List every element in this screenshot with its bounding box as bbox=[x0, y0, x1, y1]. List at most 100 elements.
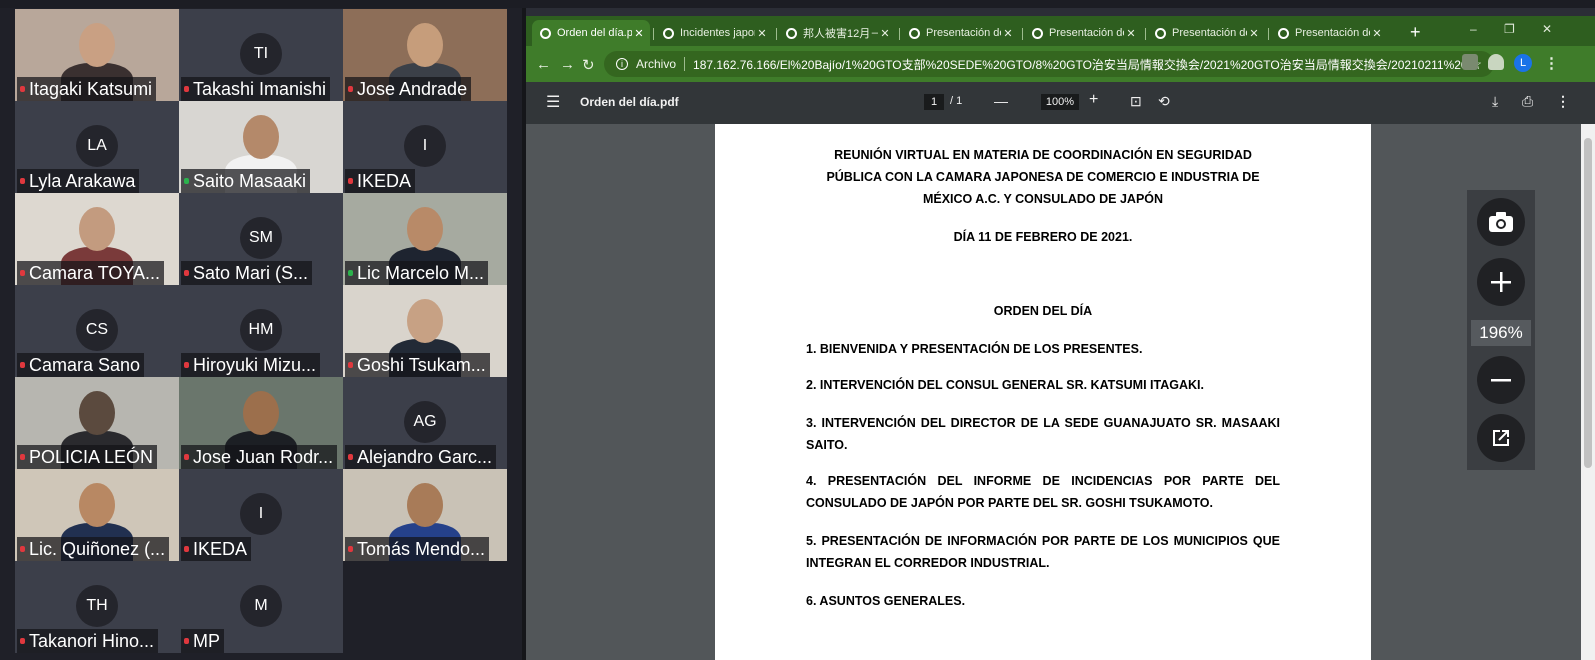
participant-tile[interactable]: I IKEDA bbox=[343, 101, 507, 193]
participant-initials: TH bbox=[76, 585, 118, 627]
tab-close-icon[interactable]: ✕ bbox=[1247, 27, 1261, 40]
participant-name-text: Lic. Quiñonez (... bbox=[29, 539, 166, 559]
participant-tile[interactable]: M MP bbox=[179, 561, 343, 653]
tab-separator bbox=[899, 28, 900, 40]
mic-muted-icon bbox=[348, 546, 353, 552]
participant-name: Lic. Quiñonez (... bbox=[17, 537, 170, 561]
zoom-out-icon[interactable] bbox=[1477, 356, 1525, 404]
hamburger-menu-icon[interactable]: ☰ bbox=[546, 92, 560, 112]
rotate-icon[interactable]: ⟲ bbox=[1158, 93, 1170, 110]
camera-icon[interactable] bbox=[1477, 198, 1525, 246]
participant-name: IKEDA bbox=[181, 537, 252, 561]
participant-name-text: Jose Andrade bbox=[357, 79, 468, 99]
agenda-item-4: 4. PRESENTACIÓN DEL INFORME DE INCIDENCI… bbox=[806, 474, 1280, 510]
tab-close-icon[interactable]: ✕ bbox=[1124, 27, 1138, 40]
zoom-in-button[interactable]: + bbox=[1089, 91, 1098, 109]
browser-tab[interactable]: Presentación de ✕ bbox=[1270, 20, 1388, 46]
tab-title: Orden del día.pdf bbox=[557, 27, 632, 39]
participant-name: POLICIA LEÓN bbox=[17, 445, 158, 469]
participant-name-text: Sato Mari (S... bbox=[193, 263, 309, 283]
participant-tile[interactable]: Lic Marcelo M... bbox=[343, 193, 507, 285]
participant-tile[interactable]: Saito Masaaki bbox=[179, 101, 343, 193]
browser-tab[interactable]: Presentación de ✕ bbox=[901, 20, 1019, 46]
pdf-scrollbar[interactable] bbox=[1581, 124, 1595, 660]
puzzle-extensions-icon[interactable] bbox=[1488, 54, 1504, 70]
tab-close-icon[interactable]: ✕ bbox=[632, 27, 646, 40]
scrollbar-thumb[interactable] bbox=[1584, 138, 1592, 468]
close-window-button[interactable]: ✕ bbox=[1542, 22, 1552, 36]
mic-muted-icon bbox=[348, 178, 353, 184]
participant-gallery: Itagaki Katsumi TI Takashi Imanishi Jose An… bbox=[0, 8, 522, 660]
forward-icon[interactable]: → bbox=[560, 56, 575, 73]
extension-icon[interactable] bbox=[1462, 54, 1478, 70]
participant-name: Jose Andrade bbox=[345, 77, 472, 101]
reload-icon[interactable]: ↻ bbox=[582, 56, 595, 74]
participant-name-text: Hiroyuki Mizu... bbox=[193, 355, 317, 375]
participant-tile[interactable]: AG Alejandro Garc... bbox=[343, 377, 507, 469]
participant-name: Sato Mari (S... bbox=[181, 261, 313, 285]
back-icon[interactable]: ← bbox=[536, 56, 551, 73]
mic-muted-icon bbox=[184, 86, 189, 92]
zoom-out-button[interactable]: — bbox=[994, 93, 1008, 109]
browser-tab[interactable]: Incidentes japoneses✕ bbox=[655, 20, 773, 46]
url-text[interactable]: 187.162.76.166/El%20Bajío/1%20GTO支部%20SE… bbox=[693, 56, 1463, 73]
participant-tile[interactable]: Itagaki Katsumi bbox=[15, 9, 179, 101]
tab-close-icon[interactable]: ✕ bbox=[1370, 27, 1384, 40]
tab-close-icon[interactable]: ✕ bbox=[1001, 27, 1015, 40]
tab-separator bbox=[776, 28, 777, 40]
participant-tile[interactable]: CS Camara Sano bbox=[15, 285, 179, 377]
tab-separator bbox=[1022, 28, 1023, 40]
participant-name-text: Tomás Mendo... bbox=[357, 539, 486, 559]
restore-button[interactable]: ❐ bbox=[1504, 22, 1515, 36]
participant-tile[interactable]: Tomás Mendo... bbox=[343, 469, 507, 561]
participant-tile[interactable]: I IKEDA bbox=[179, 469, 343, 561]
participant-tile[interactable]: Jose Andrade bbox=[343, 9, 507, 101]
participant-name: Jose Juan Rodr... bbox=[181, 445, 338, 469]
profile-avatar[interactable]: L bbox=[1514, 54, 1532, 72]
zoom-in-icon[interactable] bbox=[1477, 258, 1525, 306]
participant-name-text: Camara TOYA... bbox=[29, 263, 161, 283]
participant-tile[interactable]: LA Lyla Arakawa bbox=[15, 101, 179, 193]
participant-tile[interactable]: Jose Juan Rodr... bbox=[179, 377, 343, 469]
address-bar[interactable]: i Archivo 187.162.76.166/El%20Bajío/1%20… bbox=[604, 51, 1494, 77]
zoom-control-panel: 196% bbox=[1467, 190, 1535, 470]
minimize-button[interactable]: – bbox=[1470, 22, 1477, 36]
print-icon[interactable]: ⎙ bbox=[1522, 93, 1533, 110]
new-tab-button[interactable]: + bbox=[1410, 22, 1421, 43]
zoom-level-input[interactable]: 100% bbox=[1041, 94, 1079, 110]
open-external-icon[interactable] bbox=[1477, 414, 1525, 462]
browser-tab[interactable]: Presentación de ✕ bbox=[1147, 20, 1265, 46]
tab-separator bbox=[1268, 28, 1269, 40]
tab-close-icon[interactable]: ✕ bbox=[755, 27, 769, 40]
participant-tile[interactable]: Goshi Tsukam... bbox=[343, 285, 507, 377]
participant-tile[interactable]: HM Hiroyuki Mizu... bbox=[179, 285, 343, 377]
mic-muted-icon bbox=[20, 546, 25, 552]
fit-page-icon[interactable]: ⊡ bbox=[1130, 93, 1142, 110]
tab-favicon-icon bbox=[909, 27, 920, 39]
browser-tab[interactable]: Presentación de ✕ bbox=[1024, 20, 1142, 46]
tab-title: Presentación de bbox=[1295, 27, 1370, 39]
tab-title: Presentación de bbox=[926, 27, 1001, 39]
page-number-input[interactable]: 1 bbox=[924, 94, 944, 110]
participant-tile[interactable]: POLICIA LEÓN bbox=[15, 377, 179, 469]
pdf-more-icon[interactable]: ⋮ bbox=[1556, 93, 1570, 110]
page-total: / 1 bbox=[950, 95, 963, 107]
tab-favicon-icon bbox=[663, 27, 674, 39]
participant-tile[interactable]: Lic. Quiñonez (... bbox=[15, 469, 179, 561]
mic-muted-icon bbox=[348, 362, 353, 368]
participant-initials: M bbox=[240, 585, 282, 627]
mic-muted-icon bbox=[184, 270, 189, 276]
tab-close-icon[interactable]: ✕ bbox=[878, 27, 892, 40]
participant-tile[interactable]: TH Takanori Hino... bbox=[15, 561, 179, 653]
site-info-icon[interactable]: i bbox=[616, 58, 628, 70]
participant-initials: LA bbox=[76, 125, 118, 167]
tab-favicon-icon bbox=[1155, 27, 1166, 39]
participant-tile[interactable]: SM Sato Mari (S... bbox=[179, 193, 343, 285]
download-icon[interactable]: ⤓ bbox=[1492, 93, 1498, 110]
participant-tile[interactable]: TI Takashi Imanishi bbox=[179, 9, 343, 101]
participant-tile[interactable]: Camara TOYA... bbox=[15, 193, 179, 285]
browser-menu-icon[interactable]: ⋮ bbox=[1544, 54, 1559, 72]
browser-tab[interactable]: 邦人被害12月－1✕ bbox=[778, 20, 896, 46]
browser-tab[interactable]: Orden del día.pdf✕ bbox=[532, 20, 650, 46]
participant-name: Alejandro Garc... bbox=[345, 445, 497, 469]
